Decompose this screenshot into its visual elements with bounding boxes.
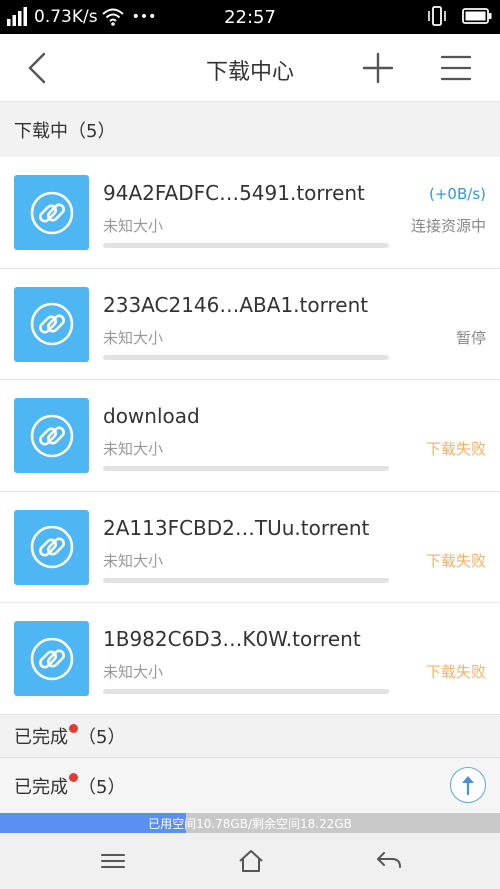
progress-bar (103, 689, 389, 695)
link-icon (14, 509, 89, 585)
file-name: 94A2FADFC…5491.torrent (103, 181, 365, 205)
link-icon (14, 286, 89, 362)
completed-bar[interactable]: 已完成 （5） (0, 757, 500, 813)
file-size: 未知大小 (103, 551, 164, 570)
download-status: 连接资源中 (410, 217, 486, 235)
vibrate-icon (428, 6, 446, 26)
download-speed: (+0B/s) (429, 185, 486, 203)
back-icon[interactable] (374, 847, 404, 875)
downloading-label: 下载中 (14, 120, 68, 142)
menu-icon[interactable] (438, 50, 474, 86)
file-size: 未知大小 (103, 217, 164, 235)
file-name: download (103, 404, 200, 429)
downloading-count: （5） (68, 120, 116, 142)
list-item[interactable]: download 未知大小 下载失败 (0, 380, 500, 492)
link-icon (14, 398, 89, 474)
progress-bar (103, 243, 389, 248)
battery-icon (462, 8, 492, 24)
download-status: 下载失败 (425, 440, 486, 459)
menu-icon[interactable] (98, 847, 128, 875)
download-status: 下载失败 (425, 663, 486, 682)
list-item[interactable]: 1B982C6D3…K0W.torrent 未知大小 下载失败 (0, 603, 500, 715)
file-name: 1B982C6D3…K0W.torrent (103, 627, 361, 652)
progress-bar (103, 354, 389, 360)
system-nav-bar (0, 833, 500, 889)
badge-dot (69, 773, 78, 782)
arrow-up-icon (462, 776, 474, 796)
file-size: 未知大小 (103, 440, 164, 459)
link-icon (14, 175, 89, 250)
completed-bar-label: 已完成 (14, 776, 68, 798)
completed-bar-count: （5） (78, 776, 126, 798)
download-status: 下载失败 (425, 551, 486, 570)
file-name: 2A113FCBD2…TUu.torrent (103, 515, 370, 540)
app-header: 下载中心 (0, 34, 500, 102)
download-list: 94A2FADFC…5491.torrent (+0B/s) 未知大小 连接资源… (0, 157, 500, 715)
file-size: 未知大小 (103, 328, 164, 347)
downloading-section-header[interactable]: 下载中 （5） (0, 102, 500, 157)
storage-bar: 已用空间10.78GB/剩余空间18.22GB (0, 813, 500, 833)
scroll-up-button[interactable] (450, 767, 486, 803)
completed-label: 已完成 (14, 727, 68, 748)
file-name: 233AC2146…ABA1.torrent (103, 292, 369, 317)
list-item[interactable]: 233AC2146…ABA1.torrent 未知大小 暂停 (0, 268, 500, 381)
page-title: 下载中心 (205, 60, 294, 85)
link-icon (14, 621, 89, 697)
progress-bar (103, 466, 389, 472)
clock: 22:57 (224, 6, 276, 28)
list-item[interactable]: 2A113FCBD2…TUu.torrent 未知大小 下载失败 (0, 491, 500, 604)
add-icon[interactable] (360, 50, 396, 86)
file-size: 未知大小 (103, 663, 164, 682)
badge-dot (69, 723, 78, 733)
download-status: 暂停 (455, 328, 486, 347)
completed-count: （5） (78, 727, 126, 748)
storage-text: 已用空间10.78GB/剩余空间18.22GB (148, 817, 352, 831)
progress-bar (103, 577, 389, 583)
home-icon[interactable] (236, 847, 266, 875)
status-bar: 0.73K/s ••• 22:57 (0, 0, 500, 34)
completed-section-header[interactable]: 已完成 （5） (0, 715, 500, 757)
list-item[interactable]: 94A2FADFC…5491.torrent (+0B/s) 未知大小 连接资源… (0, 157, 500, 269)
